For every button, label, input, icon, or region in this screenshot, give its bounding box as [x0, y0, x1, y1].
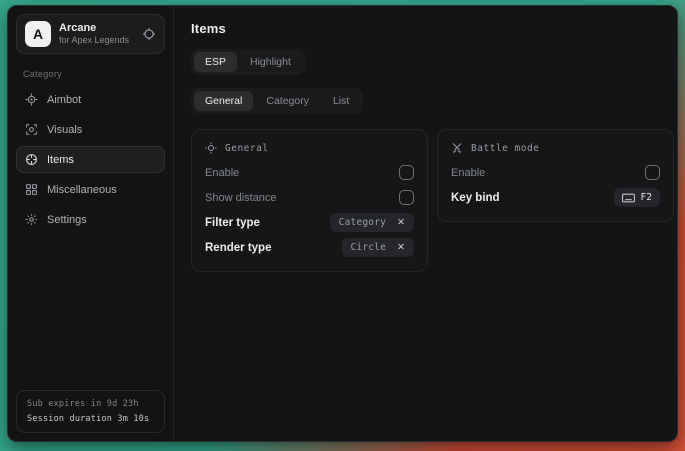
setting-label: Show distance: [205, 192, 277, 204]
target-icon[interactable]: [142, 27, 156, 41]
setting-label: Key bind: [451, 192, 500, 204]
setting-label: Filter type: [205, 217, 260, 229]
sidebar-item-items[interactable]: Items: [16, 146, 165, 173]
setting-row-filter-type: Filter type Category ✕: [205, 210, 414, 235]
setting-label: Render type: [205, 242, 271, 254]
mode-tab-group: ESP Highlight: [191, 49, 305, 75]
sidebar-item-aimbot[interactable]: Aimbot: [16, 86, 165, 113]
setting-row-enable: Enable: [451, 160, 660, 185]
sidebar-item-label: Aimbot: [47, 94, 81, 106]
eye-scan-icon: [25, 123, 38, 136]
key-bind-value: F2: [641, 192, 652, 203]
battle-enable-checkbox[interactable]: [645, 165, 660, 180]
main-content: Items ESP Highlight General Category Lis…: [174, 6, 678, 441]
mode-tab-row: ESP Highlight: [191, 49, 674, 75]
battle-mode-panel-header: Battle mode: [451, 142, 660, 154]
battle-mode-panel-title: Battle mode: [471, 143, 539, 154]
view-tab-group: General Category List: [191, 88, 363, 114]
subscription-info-card: Sub expires in 9d 23h Session duration 3…: [16, 390, 165, 433]
sidebar-item-miscellaneous[interactable]: Miscellaneous: [16, 176, 165, 203]
battle-mode-panel: Battle mode Enable Key bind F2: [437, 129, 674, 222]
show-distance-checkbox[interactable]: [399, 190, 414, 205]
setting-label: Enable: [205, 167, 239, 179]
tab-list[interactable]: List: [322, 91, 360, 111]
sidebar-section-label: Category: [23, 69, 158, 79]
tab-esp[interactable]: ESP: [194, 52, 237, 72]
scan-icon: [205, 142, 217, 154]
tab-category[interactable]: Category: [255, 91, 320, 111]
filter-type-value: Category: [339, 217, 386, 228]
sub-expires-text: Sub expires in 9d 23h: [27, 399, 154, 409]
app-header-card[interactable]: A Arcane for Apex Legends: [16, 14, 165, 54]
swords-icon: [451, 142, 463, 154]
close-icon[interactable]: ✕: [397, 243, 405, 253]
sidebar-item-label: Items: [47, 154, 74, 166]
grid-icon: [25, 183, 38, 196]
setting-row-show-distance: Show distance: [205, 185, 414, 210]
general-panel-title: General: [225, 143, 269, 154]
app-window: A Arcane for Apex Legends Category Aimbo…: [7, 5, 678, 442]
render-type-value: Circle: [351, 242, 387, 253]
sidebar-item-settings[interactable]: Settings: [16, 206, 165, 233]
panels-row: General Enable Show distance Filter type…: [191, 129, 674, 272]
tab-general[interactable]: General: [194, 91, 253, 111]
app-text: Arcane for Apex Legends: [59, 21, 134, 47]
setting-row-enable: Enable: [205, 160, 414, 185]
tab-highlight[interactable]: Highlight: [239, 52, 302, 72]
crosshair-icon: [25, 93, 38, 106]
general-panel: General Enable Show distance Filter type…: [191, 129, 428, 272]
sidebar: A Arcane for Apex Legends Category Aimbo…: [8, 6, 174, 441]
render-type-select[interactable]: Circle ✕: [342, 238, 415, 257]
filter-type-select[interactable]: Category ✕: [330, 213, 414, 232]
setting-row-render-type: Render type Circle ✕: [205, 235, 414, 260]
app-title: Arcane: [59, 21, 134, 35]
close-icon[interactable]: ✕: [397, 218, 405, 228]
key-bind-button[interactable]: F2: [614, 188, 660, 207]
sidebar-item-label: Miscellaneous: [47, 184, 117, 196]
page-title: Items: [191, 21, 674, 36]
sidebar-item-label: Visuals: [47, 124, 82, 136]
sidebar-item-visuals[interactable]: Visuals: [16, 116, 165, 143]
setting-label: Enable: [451, 167, 485, 179]
app-logo: A: [25, 21, 51, 47]
box-icon: [25, 153, 38, 166]
setting-row-key-bind: Key bind F2: [451, 185, 660, 210]
session-duration-text: Session duration 3m 10s: [27, 414, 154, 424]
view-tab-row: General Category List: [191, 88, 674, 114]
keyboard-icon: [622, 193, 635, 203]
enable-checkbox[interactable]: [399, 165, 414, 180]
sidebar-item-label: Settings: [47, 214, 87, 226]
general-panel-header: General: [205, 142, 414, 154]
app-subtitle: for Apex Legends: [59, 35, 134, 47]
gear-icon: [25, 213, 38, 226]
